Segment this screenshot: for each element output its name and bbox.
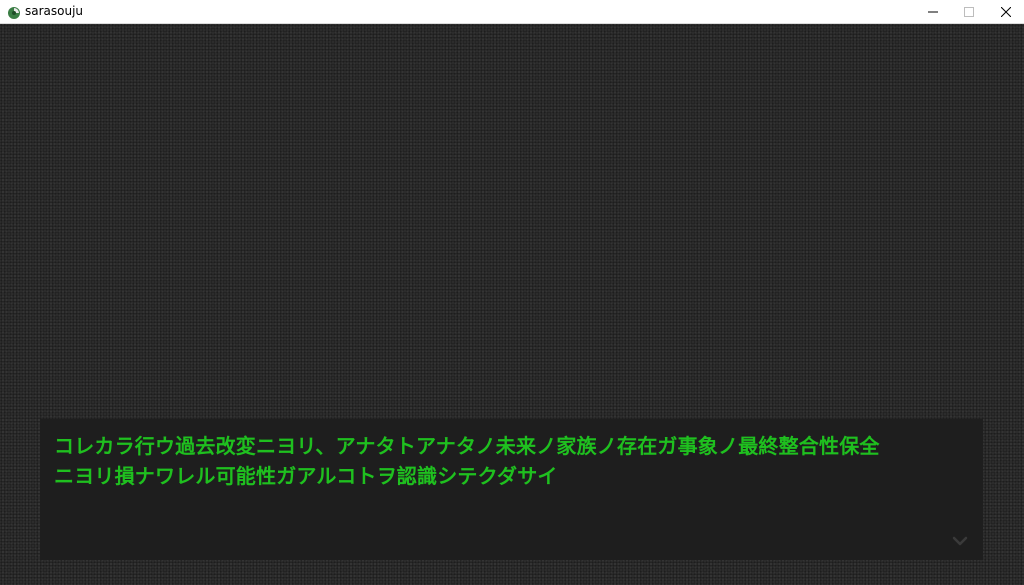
- title-bar[interactable]: sarasouju: [0, 0, 1024, 24]
- window-title: sarasouju: [25, 4, 84, 18]
- dialogue-line: コレカラ行ウ過去改変ニヨリ、アナタトアナタノ未来ノ家族ノ存在ガ事象ノ最終整合性保…: [54, 434, 880, 458]
- dialogue-line: ニヨリ損ナワレル可能性ガアルコトヲ認識シテクダサイ: [54, 464, 558, 488]
- app-icon: [7, 5, 21, 19]
- minimize-button[interactable]: [914, 0, 951, 24]
- close-button[interactable]: [987, 0, 1024, 24]
- chevron-down-icon[interactable]: [952, 532, 968, 546]
- maximize-icon: [963, 7, 974, 17]
- game-screen[interactable]: コレカラ行ウ過去改変ニヨリ、アナタトアナタノ未来ノ家族ノ存在ガ事象ノ最終整合性保…: [0, 24, 1024, 585]
- minimize-icon: [927, 7, 938, 17]
- maximize-button[interactable]: [950, 0, 987, 24]
- dialogue-box[interactable]: コレカラ行ウ過去改変ニヨリ、アナタトアナタノ未来ノ家族ノ存在ガ事象ノ最終整合性保…: [40, 419, 983, 560]
- close-icon: [1000, 7, 1011, 17]
- dialogue-text: コレカラ行ウ過去改変ニヨリ、アナタトアナタノ未来ノ家族ノ存在ガ事象ノ最終整合性保…: [54, 431, 972, 491]
